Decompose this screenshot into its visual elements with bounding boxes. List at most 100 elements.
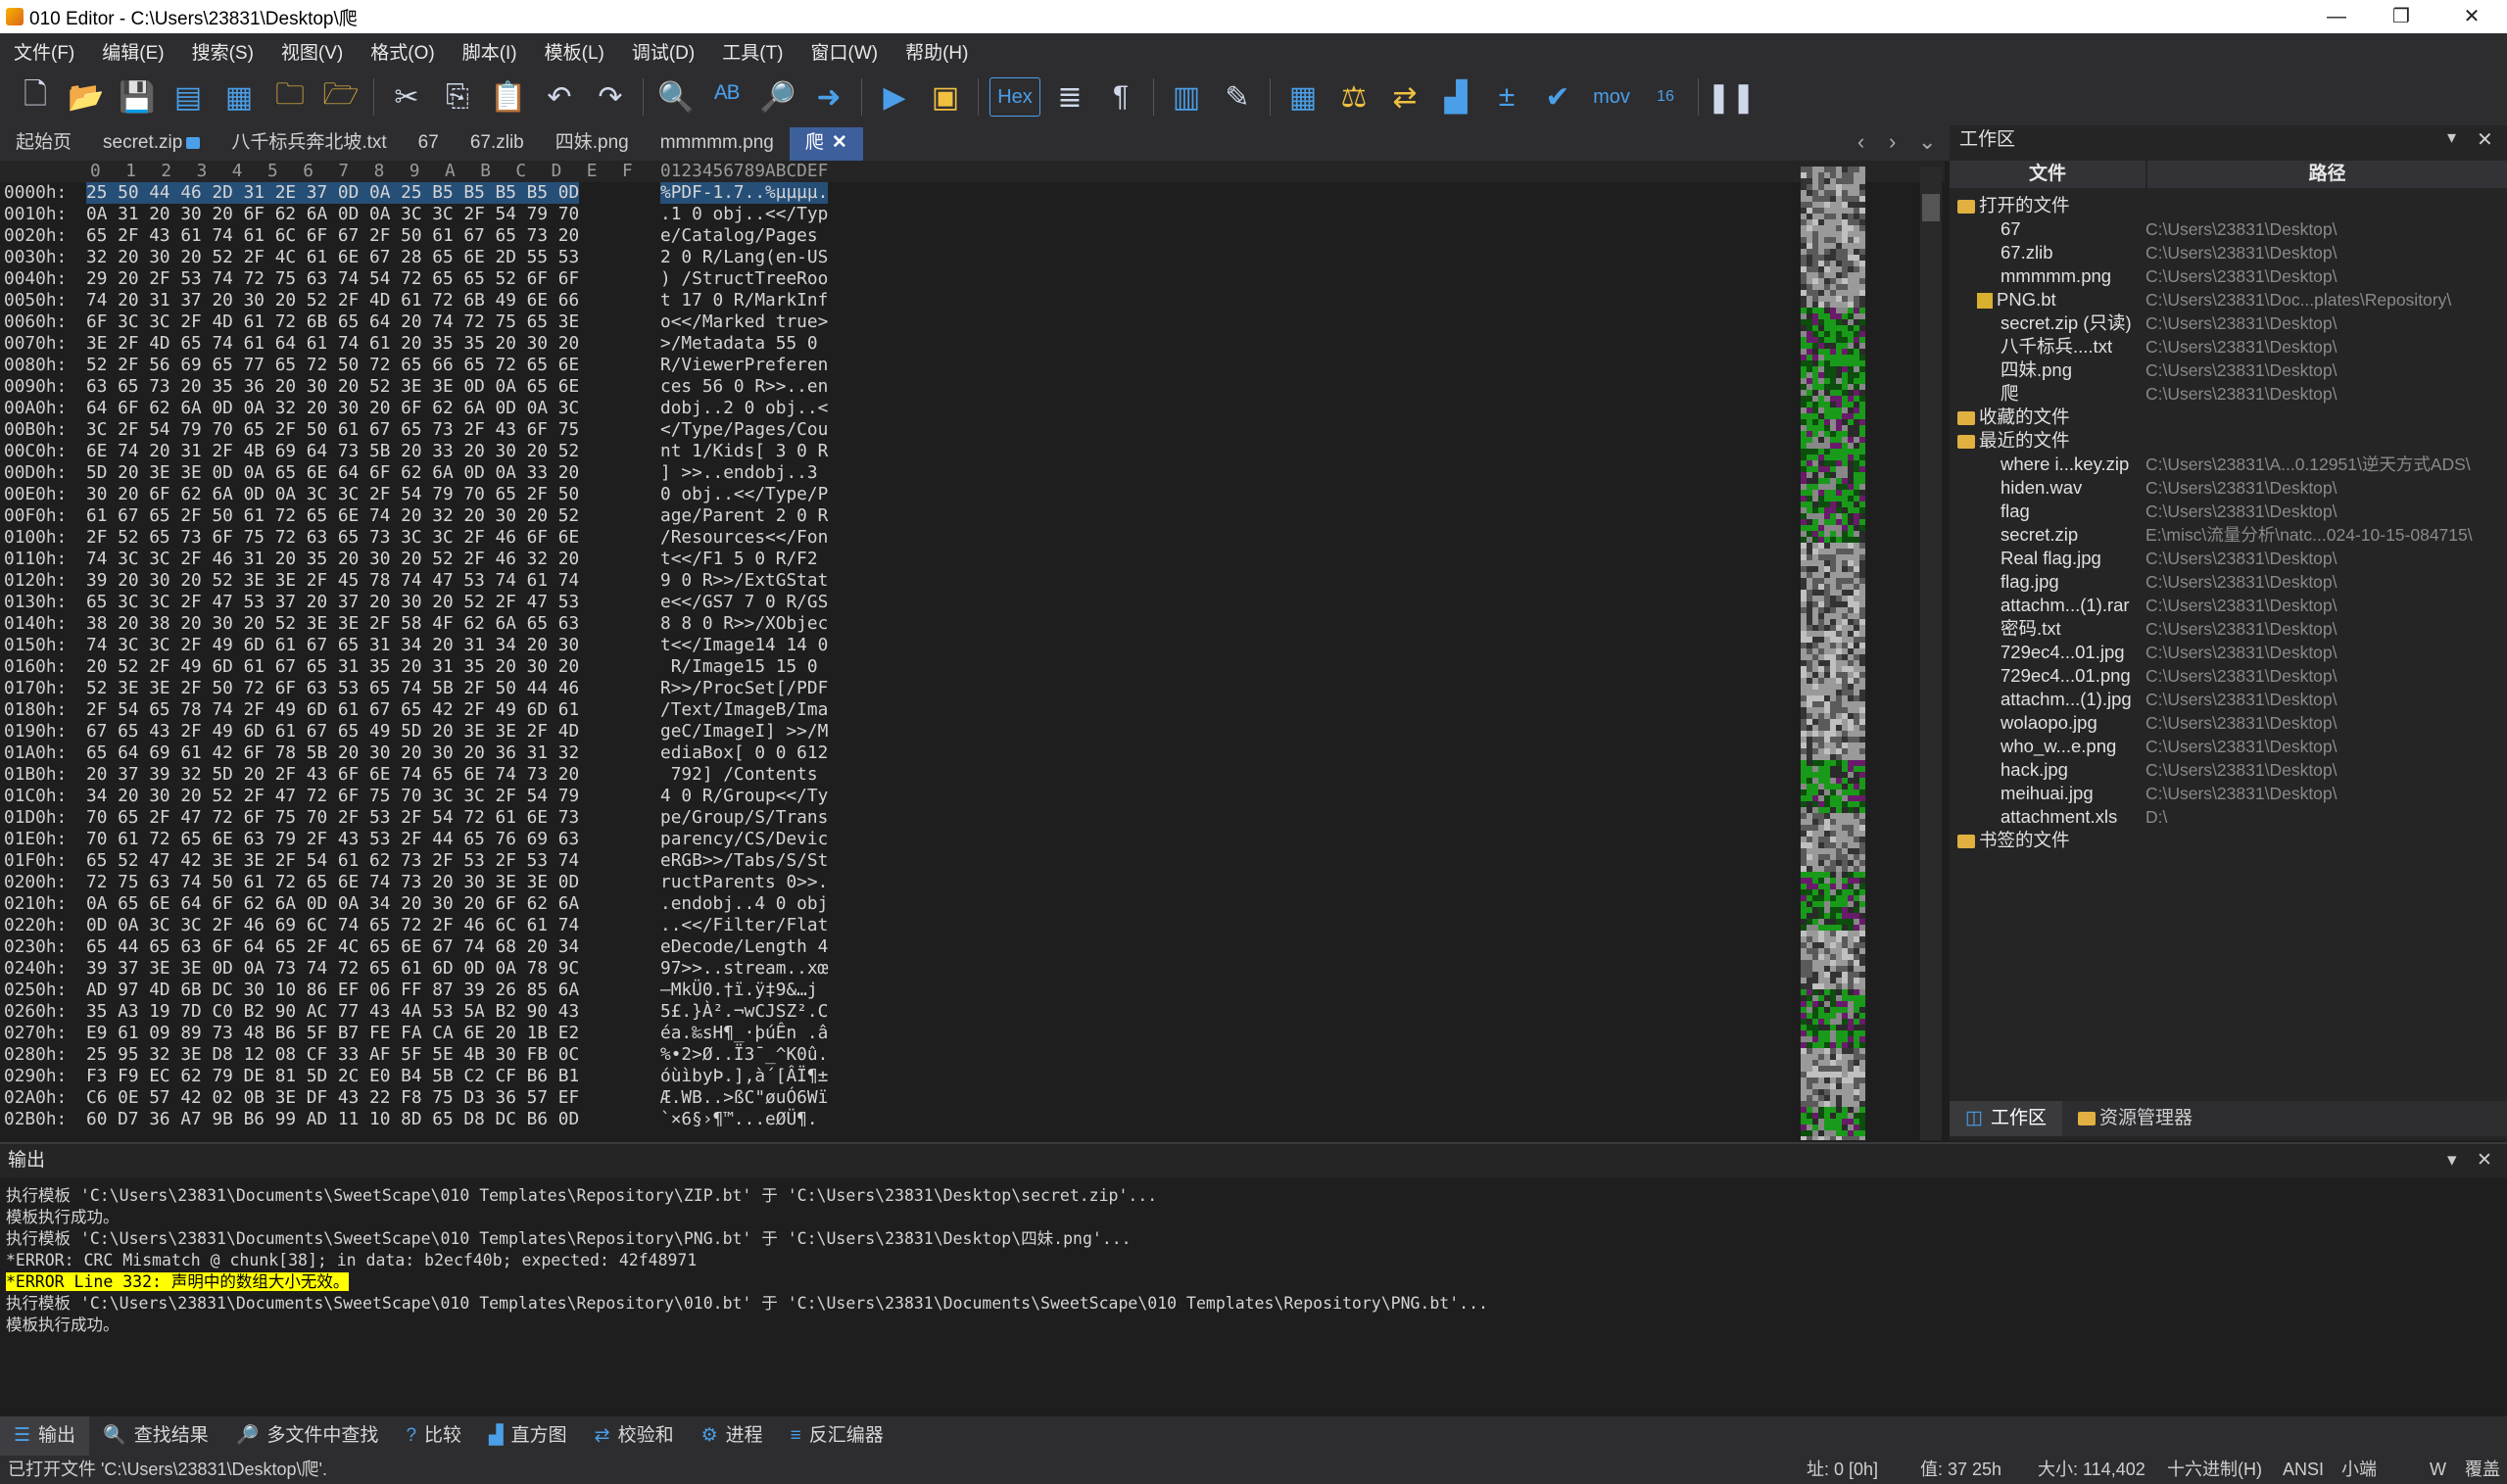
disassembler-button[interactable]: mov <box>1587 75 1636 119</box>
row-text[interactable]: óùìbyÞ.],à´[ÂÏ¶± <box>660 1066 828 1087</box>
tab-file[interactable]: secret.zip <box>87 127 216 161</box>
scrollbar-thumb[interactable] <box>1922 194 1940 221</box>
tab-file[interactable]: 爬 ✕ <box>789 127 863 161</box>
row-hex-bytes[interactable]: 3C 2F 54 79 70 65 2F 50 61 67 65 73 2F 4… <box>86 419 579 441</box>
row-hex-bytes[interactable]: 65 2F 43 61 74 61 6C 6F 67 2F 50 61 67 6… <box>86 225 579 247</box>
row-text[interactable]: t<</F1 5 0 R/F2 <box>660 549 828 570</box>
menu-item[interactable]: 模板(L) <box>531 38 618 65</box>
save-icon[interactable]: 💾 <box>116 75 159 119</box>
row-text[interactable]: %PDF-1.7..%µµµµ. <box>660 182 829 204</box>
row-text[interactable]: e<</GS7 7 0 R/GS <box>660 592 828 613</box>
row-hex-bytes[interactable]: 20 52 2F 49 6D 61 67 65 31 35 20 31 35 2… <box>86 656 579 678</box>
tree-file-item[interactable]: mmmmm.png C:\Users\23831\Desktop\ <box>1950 264 2507 288</box>
workspace-icon[interactable]: 🗁 <box>319 75 362 119</box>
row-text[interactable]: 792] /Contents <box>660 764 828 786</box>
row-hex-bytes[interactable]: 0A 31 20 30 20 6F 62 6A 0D 0A 3C 3C 2F 5… <box>86 204 579 225</box>
row-text[interactable]: 0 obj..<</Type/P <box>660 484 828 505</box>
row-text[interactable]: dobj..2 0 obj..< <box>660 398 828 419</box>
row-text[interactable]: R/Image15 15 0 <box>660 656 828 678</box>
row-text[interactable]: R>>/ProcSet[/PDF <box>660 678 828 699</box>
panel-close-icon[interactable]: ✕ <box>2477 127 2493 152</box>
tree-file-item[interactable]: flag.jpg C:\Users\23831\Desktop\ <box>1950 570 2507 594</box>
row-hex-bytes[interactable]: 65 64 69 61 42 6F 78 5B 20 30 20 30 20 3… <box>86 742 579 764</box>
column-path[interactable]: 路径 <box>2147 161 2507 188</box>
tab-file[interactable]: 起始页 <box>0 127 87 161</box>
bottom-tab[interactable]: ☰ 输出 <box>0 1416 90 1456</box>
tab-list-icon[interactable]: ⌄ <box>1918 125 1936 159</box>
row-text[interactable]: geC/ImageI] >>/M <box>660 721 828 742</box>
file-minimap[interactable] <box>1801 167 1865 1140</box>
row-hex-bytes[interactable]: 65 52 47 42 3E 3E 2F 54 61 62 73 2F 53 2… <box>86 850 579 872</box>
status-encoding[interactable]: ANSI <box>2283 1456 2324 1484</box>
tree-file-item[interactable]: 729ec4...01.jpg C:\Users\23831\Desktop\ <box>1950 641 2507 664</box>
menu-item[interactable]: 帮助(H) <box>892 38 982 65</box>
tree-file-item[interactable]: 67.zlib C:\Users\23831\Desktop\ <box>1950 241 2507 264</box>
tab-explorer[interactable]: 资源管理器 <box>2062 1101 2208 1136</box>
row-hex-bytes[interactable]: 74 3C 3C 2F 46 31 20 35 20 30 20 52 2F 4… <box>86 549 579 570</box>
menu-item[interactable]: 文件(F) <box>0 38 88 65</box>
row-text[interactable]: ] >>..endobj..3 <box>660 462 828 484</box>
histogram-icon[interactable]: ▟ <box>1434 75 1477 119</box>
row-text[interactable]: ) /StructTreeRoo <box>660 268 828 290</box>
row-text[interactable]: ediaBox[ 0 0 612 <box>660 742 828 764</box>
tree-file-item[interactable]: where i...key.zip C:\Users\23831\A...0.12… <box>1950 453 2507 476</box>
row-hex-bytes[interactable]: 5D 20 3E 3E 0D 0A 65 6E 64 6F 62 6A 0D 0… <box>86 462 579 484</box>
row-text[interactable]: R/ViewerPreferen <box>660 355 828 376</box>
row-hex-bytes[interactable]: F3 F9 EC 62 79 DE 81 5D 2C E0 B4 5B C2 C… <box>86 1066 579 1087</box>
replace-icon[interactable]: ᴬᴮ <box>705 75 748 119</box>
row-text[interactable]: ­—MkÜ0.†ï.ÿ‡9&…j <box>660 980 818 1001</box>
row-text[interactable]: /Resources<</Fon <box>660 527 828 549</box>
row-text[interactable]: %•2>Ø..Ï3¯_^K0û. <box>660 1044 828 1066</box>
row-text[interactable]: 9 0 R>>/ExtGStat <box>660 570 828 592</box>
tab-close-icon[interactable]: ✕ <box>832 132 847 153</box>
status-endian[interactable]: 小端 <box>2341 1456 2377 1484</box>
row-hex-bytes[interactable]: 34 20 30 20 52 2F 47 72 6F 75 70 3C 3C 2… <box>86 786 579 807</box>
row-hex-bytes[interactable]: 74 3C 3C 2F 49 6D 61 67 65 31 34 20 31 3… <box>86 635 579 656</box>
row-text[interactable]: 97>>..stream..xœ <box>660 958 828 980</box>
tree-file-item[interactable]: 密码.txt C:\Users\23831\Desktop\ <box>1950 617 2507 641</box>
row-hex-bytes[interactable]: 52 3E 3E 2F 50 72 6F 63 53 65 74 5B 2F 5… <box>86 678 579 699</box>
bottom-tab[interactable]: ⚙ 进程 <box>688 1416 777 1456</box>
row-text[interactable]: eDecode/Length 4 <box>660 936 828 958</box>
tree-file-item[interactable]: meihuai.jpg C:\Users\23831\Desktop\ <box>1950 782 2507 805</box>
menu-item[interactable]: 视图(V) <box>267 38 357 65</box>
tree-group[interactable]: 最近的文件 <box>1950 429 2507 453</box>
minimize-button[interactable]: — <box>2304 0 2369 33</box>
row-hex-bytes[interactable]: 35 A3 19 7D C0 B2 90 AC 77 43 4A 53 5A B… <box>86 1001 579 1023</box>
row-text[interactable]: nt 1/Kids[ 3 0 R <box>660 441 828 462</box>
tab-workspace[interactable]: ◫ 工作区 <box>1950 1101 2062 1136</box>
tree-file-item[interactable]: flag C:\Users\23831\Desktop\ <box>1950 500 2507 523</box>
row-text[interactable]: age/Parent 2 0 R <box>660 505 828 527</box>
row-text[interactable]: t<</Image14 14 0 <box>660 635 828 656</box>
tree-group[interactable]: 收藏的文件 <box>1950 406 2507 429</box>
row-hex-bytes[interactable]: 65 44 65 63 6F 64 65 2F 4C 65 6E 67 74 6… <box>86 936 579 958</box>
panel-menu-icon[interactable]: ▾ <box>2447 127 2456 148</box>
row-text[interactable]: éa.‰sH¶_·þúÊn .â <box>660 1023 828 1044</box>
menu-item[interactable]: 工具(T) <box>708 38 796 65</box>
tab-file[interactable]: 67.zlib <box>455 127 540 161</box>
row-text[interactable]: >/Metadata 55 0 <box>660 333 828 355</box>
row-hex-bytes[interactable]: 70 65 2F 47 72 6F 75 70 2F 53 2F 54 72 6… <box>86 807 579 829</box>
row-text[interactable]: parency/CS/Devic <box>660 829 828 850</box>
row-hex-bytes[interactable]: 38 20 38 20 30 20 52 3E 3E 2F 58 4F 62 6… <box>86 613 579 635</box>
tab-scroll-left-icon[interactable]: ‹ <box>1857 125 1864 159</box>
row-hex-bytes[interactable]: 70 61 72 65 6E 63 79 2F 43 53 2F 44 65 7… <box>86 829 579 850</box>
highlight-icon[interactable]: ✎ <box>1216 75 1259 119</box>
row-hex-bytes[interactable]: E9 61 09 89 73 48 B6 5F B7 FE FA CA 6E 2… <box>86 1023 579 1044</box>
row-text[interactable]: 5£.}À².¬wCJSZ².C <box>660 1001 828 1023</box>
tree-file-item[interactable]: 729ec4...01.png C:\Users\23831\Desktop\ <box>1950 664 2507 688</box>
menu-item[interactable]: 格式(O) <box>357 38 448 65</box>
row-text[interactable]: e/Catalog/Pages <box>660 225 828 247</box>
run-template-icon[interactable]: ▣ <box>924 75 967 119</box>
row-hex-bytes[interactable]: 20 37 39 32 5D 20 2F 43 6F 6E 74 65 6E 7… <box>86 764 579 786</box>
row-hex-bytes[interactable]: 2F 52 65 73 6F 75 72 63 65 73 3C 3C 2F 4… <box>86 527 579 549</box>
bottom-tab[interactable]: ? 比较 <box>392 1416 475 1456</box>
menu-item[interactable]: 调试(D) <box>618 38 708 65</box>
cut-icon[interactable]: ✂ <box>385 75 428 119</box>
menu-item[interactable]: 脚本(I) <box>449 38 531 65</box>
row-hex-bytes[interactable]: 3E 2F 4D 65 74 61 64 61 74 61 20 35 35 2… <box>86 333 579 355</box>
bottom-tab[interactable]: 🔍 查找结果 <box>89 1416 222 1456</box>
hex-editor[interactable]: 0 1 2 3 4 5 6 7 8 9 A B C D E F 0123456789ABCDEF 0000h: 2… <box>0 161 1945 1140</box>
row-text[interactable]: /Text/ImageB/Ima <box>660 699 828 721</box>
find-in-files-icon[interactable]: 🔎 <box>756 75 799 119</box>
